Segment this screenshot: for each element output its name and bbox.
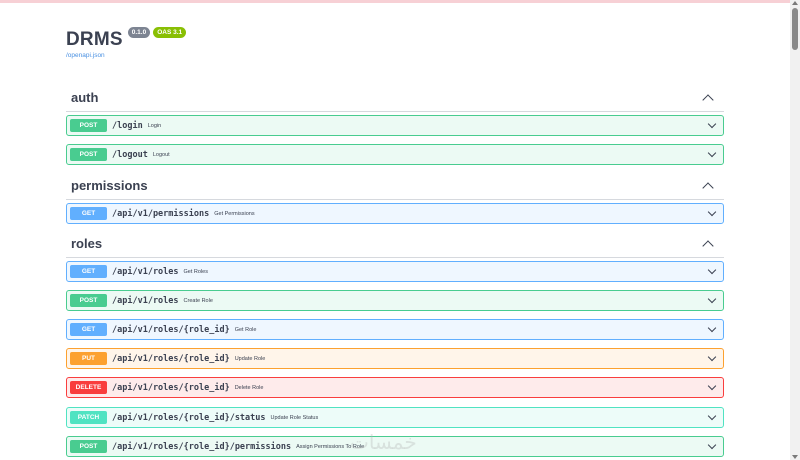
chevron-down-icon[interactable]: [707, 323, 717, 333]
method-badge: GET: [70, 207, 107, 220]
scroll-down-icon[interactable]: [792, 455, 798, 459]
operation-row[interactable]: DELETE /api/v1/roles/{role_id} Delete Ro…: [66, 377, 724, 398]
operation-summary: Update Role: [234, 355, 266, 362]
tag-section-permissions: permissions: [66, 172, 724, 200]
operation-path: /login: [112, 120, 143, 131]
operation-summary: Create Role: [183, 297, 213, 304]
version-badge: 0.1.0: [127, 27, 151, 38]
chevron-down-icon[interactable]: [707, 411, 717, 421]
chevron-up-icon[interactable]: [702, 181, 714, 194]
tag-header-auth[interactable]: auth: [66, 84, 724, 112]
chevron-down-icon[interactable]: [707, 265, 717, 275]
operation-path: /api/v1/roles/{role_id}/status: [112, 412, 266, 423]
chevron-down-icon[interactable]: [707, 352, 717, 362]
method-badge: GET: [70, 323, 107, 336]
operation-path: /api/v1/roles/{role_id}/permissions: [112, 441, 292, 452]
chevron-down-icon[interactable]: [707, 119, 717, 129]
chevron-up-icon[interactable]: [702, 93, 714, 106]
tag-name: auth: [71, 90, 99, 105]
operation-summary: Logout: [152, 151, 170, 158]
operation-path: /api/v1/roles/{role_id}: [112, 353, 230, 364]
api-info: DRMS 0.1.0 OAS 3.1 /openapi.json: [66, 27, 187, 59]
method-badge: PATCH: [70, 411, 107, 424]
operation-row[interactable]: PATCH /api/v1/roles/{role_id}/status Upd…: [66, 407, 724, 428]
operation-path: /logout: [112, 149, 148, 160]
oas-badge: OAS 3.1: [153, 27, 187, 38]
operation-row[interactable]: GET /api/v1/permissions Get Permissions: [66, 203, 724, 224]
operation-row[interactable]: POST /logout Logout: [66, 144, 724, 165]
operation-path: /api/v1/roles/{role_id}: [112, 382, 230, 393]
operation-path: /api/v1/roles: [112, 266, 179, 277]
operation-row[interactable]: POST /api/v1/roles Create Role: [66, 290, 724, 311]
operation-path: /api/v1/roles: [112, 295, 179, 306]
chevron-down-icon[interactable]: [707, 148, 717, 158]
tag-name: roles: [71, 236, 103, 251]
page-title: DRMS: [66, 29, 123, 50]
tag-section-auth: auth: [66, 84, 724, 112]
vertical-scrollbar[interactable]: [790, 0, 800, 460]
chevron-down-icon[interactable]: [707, 440, 717, 450]
operation-row[interactable]: GET /api/v1/roles Get Roles: [66, 261, 724, 282]
tag-name: permissions: [71, 178, 148, 193]
operation-row[interactable]: POST /login Login: [66, 115, 724, 136]
method-badge: POST: [70, 119, 107, 132]
watermark: خمسات: [350, 430, 417, 454]
tag-section-roles: roles: [66, 230, 724, 258]
title-row: DRMS 0.1.0 OAS 3.1: [66, 27, 187, 51]
top-accent-bar: [0, 0, 800, 3]
method-badge: POST: [70, 440, 107, 453]
openapi-spec-link[interactable]: /openapi.json: [66, 52, 186, 59]
method-badge: GET: [70, 265, 107, 278]
method-badge: POST: [70, 294, 107, 307]
method-badge: DELETE: [70, 381, 107, 394]
operation-path: /api/v1/roles/{role_id}: [112, 324, 230, 335]
scrollbar-thumb[interactable]: [792, 8, 798, 50]
scroll-up-icon[interactable]: [792, 1, 798, 5]
operation-summary: Delete Role: [234, 384, 264, 391]
tag-header-permissions[interactable]: permissions: [66, 172, 724, 200]
operation-summary: Get Role: [234, 326, 257, 333]
chevron-down-icon[interactable]: [707, 381, 717, 391]
chevron-down-icon[interactable]: [707, 207, 717, 217]
operation-summary: Login: [147, 122, 162, 129]
method-badge: PUT: [70, 352, 107, 365]
operation-row[interactable]: PUT /api/v1/roles/{role_id} Update Role: [66, 348, 724, 369]
operation-path: /api/v1/permissions: [112, 208, 210, 219]
tag-header-roles[interactable]: roles: [66, 230, 724, 258]
operation-row[interactable]: GET /api/v1/roles/{role_id} Get Role: [66, 319, 724, 340]
chevron-down-icon[interactable]: [707, 294, 717, 304]
method-badge: POST: [70, 148, 107, 161]
chevron-up-icon[interactable]: [702, 239, 714, 252]
operation-summary: Get Roles: [183, 268, 208, 275]
operation-summary: Update Role Status: [270, 414, 319, 421]
operation-summary: Get Permissions: [214, 210, 255, 217]
